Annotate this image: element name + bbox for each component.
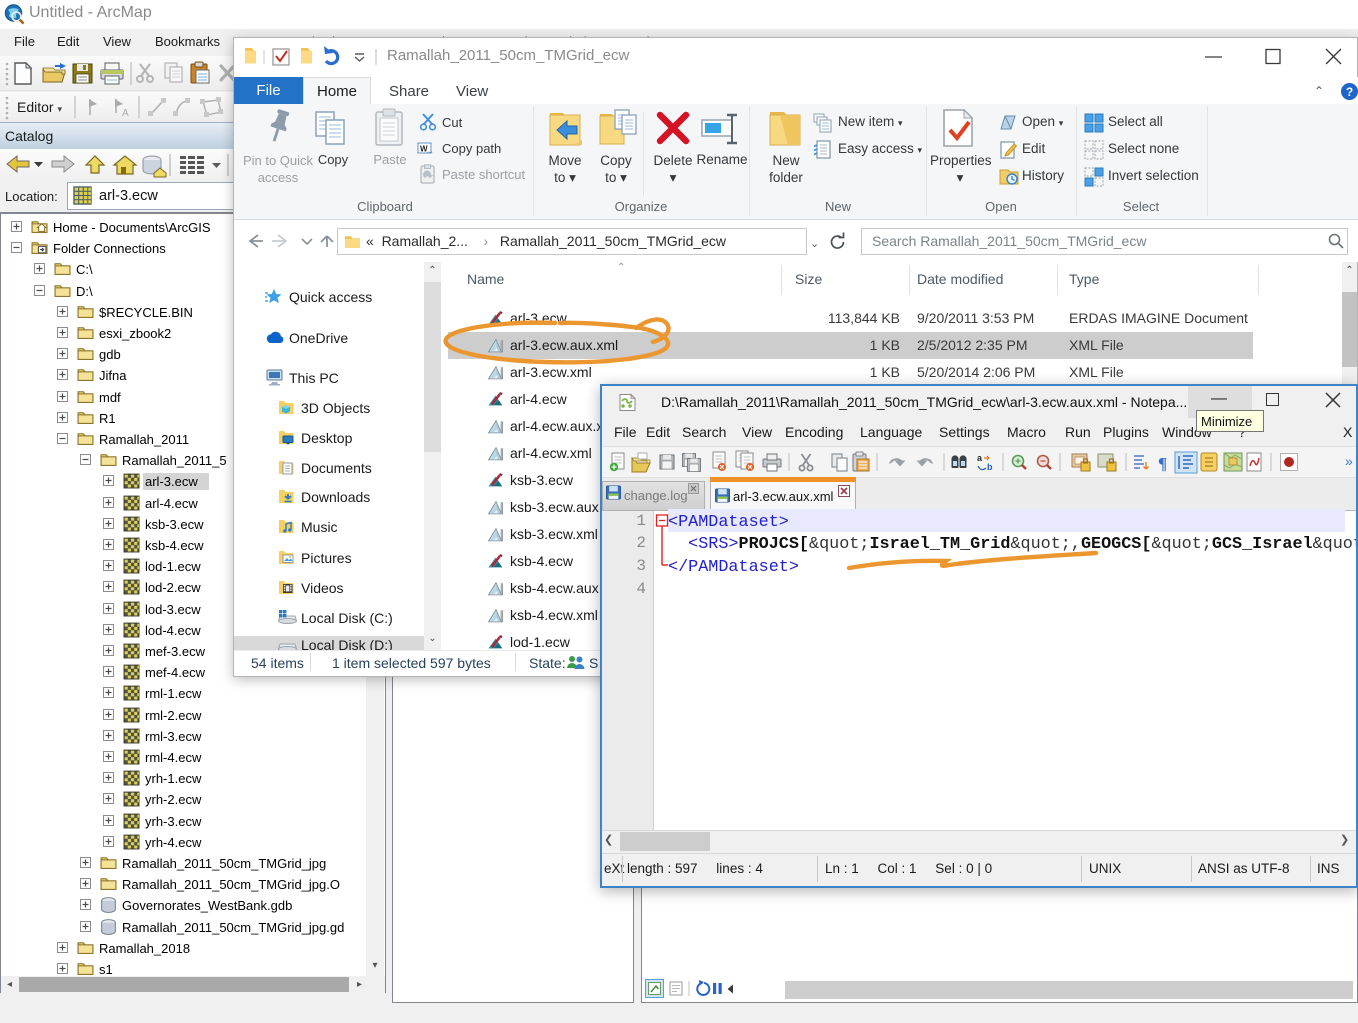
svg-text:...: ... (427, 148, 433, 155)
svg-text:¶: ¶ (1158, 454, 1167, 473)
svg-text:b: b (987, 462, 993, 472)
svg-text:A: A (122, 108, 129, 119)
svg-text:a: a (977, 453, 983, 463)
svg-text:»: » (1345, 453, 1353, 469)
